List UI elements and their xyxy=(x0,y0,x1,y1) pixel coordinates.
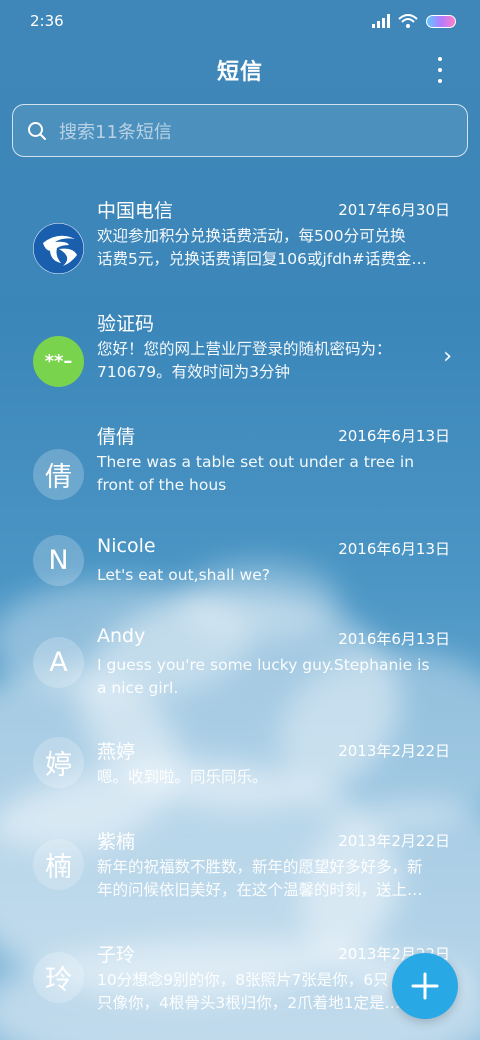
preview-line: 年的问候依旧美好，在这个温馨的时刻，送上… xyxy=(97,881,423,899)
preview-line: 710679。有效时间为3分钟 xyxy=(97,363,291,381)
search-icon xyxy=(28,121,46,140)
preview-line: Let's eat out,shall we? xyxy=(97,566,270,584)
china-telecom-logo-icon xyxy=(33,223,84,274)
conversation-name: Andy xyxy=(97,625,146,647)
preview-line: 话费5元，兑换话费请回复106或jfdh#话费金… xyxy=(97,250,427,268)
preview-line: 您好！您的网上营业厅登录的随机密码为： xyxy=(97,340,392,358)
avatar: 婷 xyxy=(33,737,84,788)
preview-line: There was a table set out under a tree i… xyxy=(97,453,415,471)
status-time: 2:36 xyxy=(30,12,64,30)
conversation-date: 2016年6月13日 xyxy=(338,427,450,445)
status-bar: 2:36 xyxy=(0,0,480,42)
wifi-icon xyxy=(398,14,418,28)
avatar: 倩 xyxy=(33,449,84,500)
avatar: A xyxy=(33,637,84,688)
conversation-name: 子玲 xyxy=(97,944,136,966)
preview-line: I guess you're some lucky guy.Stephanie … xyxy=(97,656,430,674)
new-message-button[interactable] xyxy=(392,953,458,1019)
conversation-date: 2016年6月13日 xyxy=(338,630,450,648)
avatar: N xyxy=(33,535,84,586)
conversation-name: 验证码 xyxy=(97,313,155,335)
conversation-name: 倩倩 xyxy=(97,426,136,448)
conversation-date: 2017年6月30日 xyxy=(338,201,450,219)
preview-line: 欢迎参加积分兑换话费活动，每500分可兑换 xyxy=(97,227,406,245)
conversation-preview: 欢迎参加积分兑换话费活动，每500分可兑换 话费5元，兑换话费请回复106或jf… xyxy=(97,225,452,271)
conversation-name: 燕婷 xyxy=(97,741,136,763)
avatar: 楠 xyxy=(33,839,84,890)
plus-icon xyxy=(411,972,439,1000)
conversation-name: 紫楠 xyxy=(97,831,136,853)
search-input[interactable]: 搜索11条短信 xyxy=(12,104,468,157)
conversation-preview: 您好！您的网上营业厅登录的随机密码为： 710679。有效时间为3分钟 xyxy=(97,338,452,384)
conversation-date: 2016年6月13日 xyxy=(338,540,450,558)
conversation-preview: Let's eat out,shall we? xyxy=(97,564,452,587)
code-avatar: **– xyxy=(33,336,84,387)
chevron-right-icon[interactable]: › xyxy=(443,344,452,369)
conversation-preview: 嗯。收到啦。同乐同乐。 xyxy=(97,766,452,789)
page-title: 短信 xyxy=(216,60,263,85)
search-placeholder: 搜索11条短信 xyxy=(59,121,172,143)
conversation-name: Nicole xyxy=(97,535,156,557)
app-header: 短信 xyxy=(0,48,480,92)
more-vertical-icon[interactable] xyxy=(430,57,450,83)
conversation-date: 2013年2月22日 xyxy=(338,832,450,850)
conversation-preview: 新年的祝福数不胜数，新年的愿望好多好多，新 年的问候依旧美好，在这个温馨的时刻，… xyxy=(97,856,452,902)
preview-line: front of the hous xyxy=(97,476,227,494)
conversation-name: 中国电信 xyxy=(97,200,174,222)
preview-line: a nice girl. xyxy=(97,679,179,697)
battery-icon xyxy=(426,14,456,28)
conversation-date: 2013年2月22日 xyxy=(338,742,450,760)
signal-icon xyxy=(372,14,390,28)
avatar: 玲 xyxy=(33,952,84,1003)
conversation-preview: There was a table set out under a tree i… xyxy=(97,451,452,497)
telecom-logo-avatar xyxy=(33,223,84,274)
conversation-preview: I guess you're some lucky guy.Stephanie … xyxy=(97,654,452,700)
preview-line: 新年的祝福数不胜数，新年的愿望好多好多，新 xyxy=(97,858,423,876)
preview-line: 嗯。收到啦。同乐同乐。 xyxy=(97,768,268,786)
